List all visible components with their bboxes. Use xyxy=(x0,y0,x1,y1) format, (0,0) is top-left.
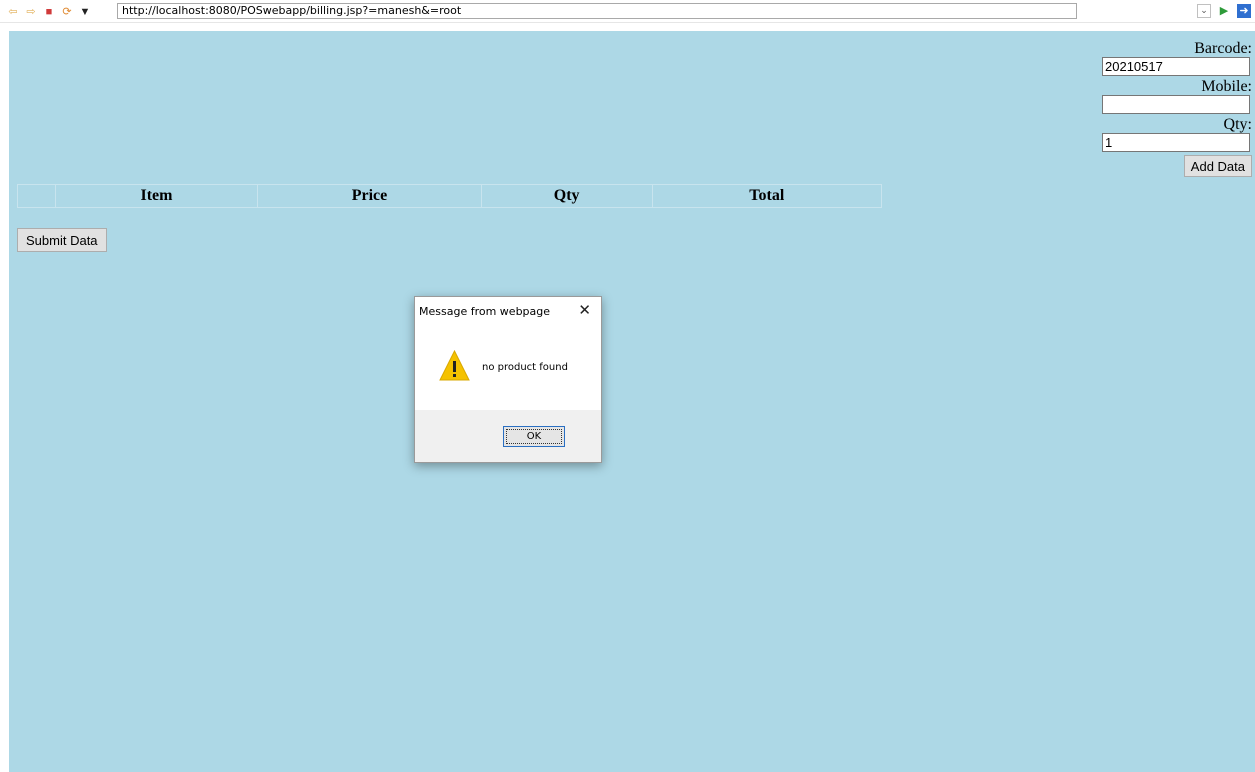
add-data-button[interactable]: Add Data xyxy=(1183,155,1252,177)
barcode-input[interactable] xyxy=(1102,57,1250,76)
column-header-index xyxy=(17,184,56,208)
refresh-icon[interactable]: ⟳ xyxy=(60,5,74,19)
back-icon[interactable]: ⇦ xyxy=(6,5,20,19)
exit-icon[interactable]: ➜ xyxy=(1237,4,1251,18)
qty-input[interactable] xyxy=(1102,133,1250,152)
browser-toolbar: ⇦ ⇨ ■ ⟳ ▼ ⌄ ▶ ➜ xyxy=(0,0,1255,23)
submit-data-button[interactable]: Submit Data xyxy=(17,228,107,252)
dialog-message: no product found xyxy=(482,362,568,373)
billing-form: Barcode: Mobile: Qty: Add Data xyxy=(1102,40,1252,177)
dropdown-icon[interactable]: ▼ xyxy=(78,5,92,19)
url-field[interactable] xyxy=(117,3,1077,19)
dialog-title: Message from webpage xyxy=(419,305,551,318)
column-header-qty: Qty xyxy=(480,184,653,208)
url-dropdown-icon[interactable]: ⌄ xyxy=(1197,4,1211,18)
billing-table: Item Price Qty Total xyxy=(17,184,883,208)
navigation-buttons: ⇦ ⇨ ■ ⟳ ▼ xyxy=(6,5,92,19)
forward-icon[interactable]: ⇨ xyxy=(24,5,38,19)
qty-label: Qty: xyxy=(1223,116,1252,133)
column-header-item: Item xyxy=(54,184,259,208)
toolbar-right-buttons: ⌄ ▶ ➜ xyxy=(1197,4,1251,18)
go-icon[interactable]: ▶ xyxy=(1217,4,1231,18)
column-header-price: Price xyxy=(257,184,482,208)
mobile-input[interactable] xyxy=(1102,95,1250,114)
close-icon[interactable]: ✕ xyxy=(578,301,591,319)
mobile-label: Mobile: xyxy=(1201,78,1252,95)
message-dialog: Message from webpage ✕ no product found … xyxy=(414,296,602,463)
billing-page: Barcode: Mobile: Qty: Add Data Item Pric… xyxy=(9,31,1255,772)
column-header-total: Total xyxy=(651,184,883,208)
stop-icon[interactable]: ■ xyxy=(42,5,56,19)
dialog-footer: OK xyxy=(415,410,601,462)
ok-button[interactable]: OK xyxy=(503,426,565,447)
warning-icon xyxy=(439,349,470,381)
table-header-row: Item Price Qty Total xyxy=(17,184,883,208)
barcode-label: Barcode: xyxy=(1194,40,1252,57)
